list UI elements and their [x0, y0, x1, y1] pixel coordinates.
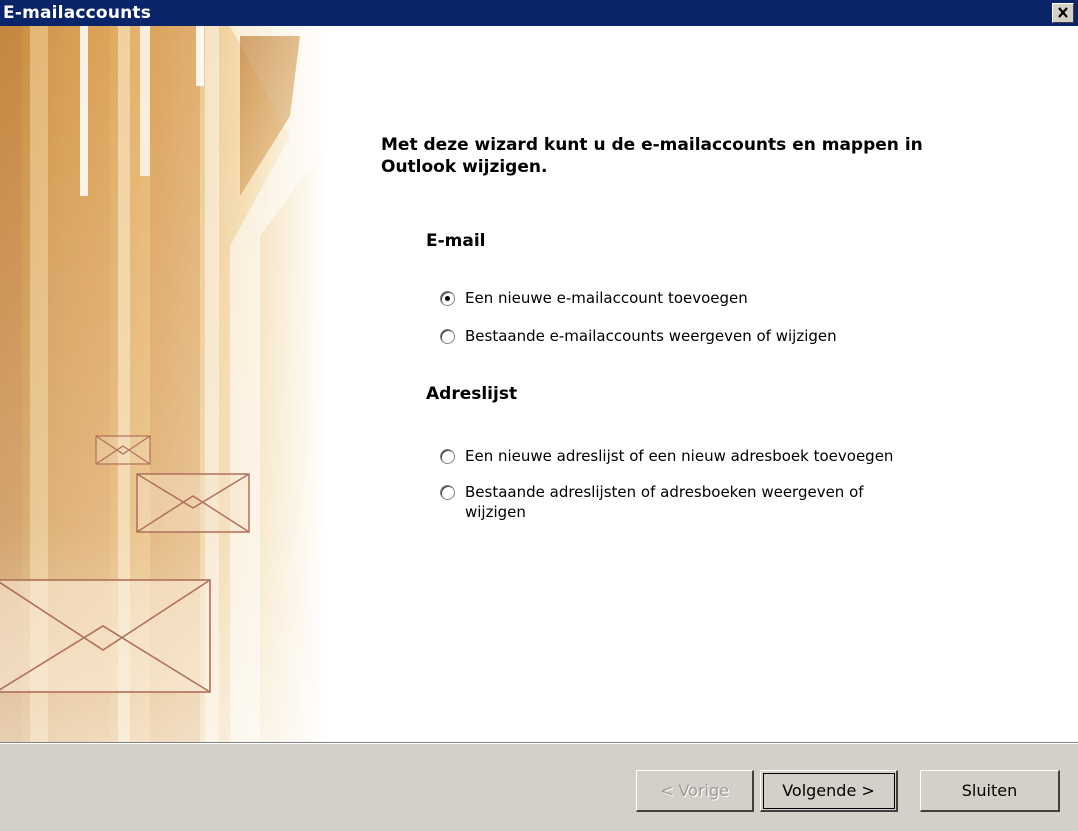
- radio-button[interactable]: [440, 449, 455, 464]
- window-title: E-mailaccounts: [3, 3, 152, 23]
- wizard-content: Met deze wizard kunt u de e-mailaccounts…: [326, 26, 1078, 742]
- email-section-heading: E-mail: [426, 231, 486, 251]
- close-button[interactable]: Sluiten: [920, 770, 1060, 812]
- radio-label: Een nieuwe e-mailaccount toevoegen: [465, 289, 748, 307]
- radio-button[interactable]: [440, 485, 455, 500]
- radio-label: Een nieuwe adreslijst of een nieuw adres…: [465, 447, 894, 465]
- close-window-button[interactable]: [1052, 3, 1074, 23]
- radio-label: Bestaande adreslijsten of adresboeken we…: [465, 483, 864, 521]
- close-icon: [1058, 7, 1068, 18]
- radio-add-address-book[interactable]: Een nieuwe adreslijst of een nieuw adres…: [440, 446, 905, 466]
- radio-view-address-books[interactable]: Bestaande adreslijsten of adresboeken we…: [440, 482, 865, 522]
- envelope-icon-small: [95, 435, 151, 465]
- radio-button-checked[interactable]: [440, 291, 455, 306]
- wizard-banner-image: [0, 26, 326, 742]
- back-button[interactable]: < Vorige: [636, 770, 754, 812]
- addressbook-section-heading: Adreslijst: [426, 384, 518, 404]
- email-accounts-dialog: E-mailaccounts Met deze wizard kunt u de…: [0, 0, 1078, 831]
- title-bar: E-mailaccounts: [0, 0, 1078, 26]
- radio-view-email-accounts[interactable]: Bestaande e-mailaccounts weergeven of wi…: [440, 326, 905, 346]
- next-button[interactable]: Volgende >: [760, 770, 898, 812]
- radio-add-email-account[interactable]: Een nieuwe e-mailaccount toevoegen: [440, 288, 905, 308]
- envelope-icon-medium: [136, 473, 250, 533]
- radio-button[interactable]: [440, 329, 455, 344]
- envelope-icon-large: [0, 579, 211, 693]
- button-bar: [0, 742, 1078, 831]
- radio-label: Bestaande e-mailaccounts weergeven of wi…: [465, 327, 837, 345]
- wizard-intro: Met deze wizard kunt u de e-mailaccounts…: [381, 135, 923, 177]
